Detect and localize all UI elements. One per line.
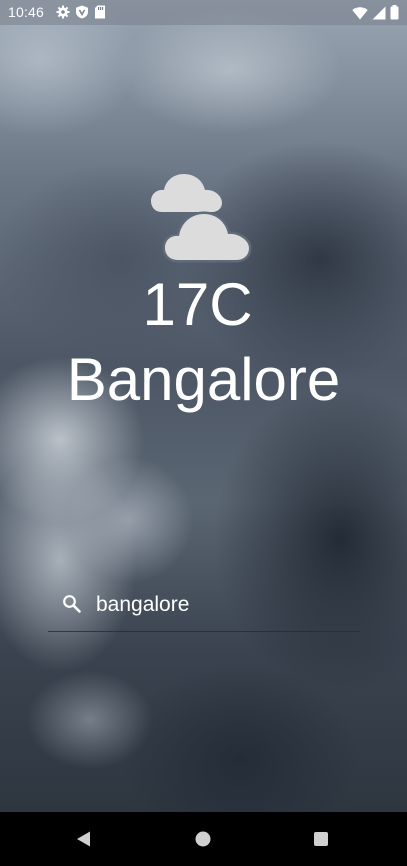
wifi-icon: [352, 6, 368, 23]
back-button[interactable]: [73, 828, 95, 850]
status-time: 10:46: [8, 4, 45, 20]
status-bar: 10:46: [0, 0, 407, 25]
status-icons-left: [56, 5, 106, 22]
weather-screen: 10:46 17C Bangalore bangalore: [0, 0, 407, 866]
back-triangle-icon: [77, 831, 90, 847]
search-field[interactable]: [48, 585, 360, 632]
cloudy-icon: [150, 168, 258, 264]
search-icon: [62, 594, 82, 614]
gear-icon: [56, 5, 70, 22]
city-label: Bangalore: [66, 346, 341, 413]
battery-icon: [390, 5, 399, 23]
shield-icon: [75, 5, 89, 22]
recents-square-icon: [314, 832, 328, 846]
home-circle-icon: [195, 831, 211, 847]
home-button[interactable]: [192, 828, 214, 850]
navigation-bar: [0, 812, 407, 866]
cell-signal-icon: [372, 6, 386, 23]
temperature-label: 17C: [142, 271, 253, 338]
status-icons-right: [352, 5, 399, 23]
search-input[interactable]: [96, 589, 351, 621]
recents-button[interactable]: [310, 828, 332, 850]
sd-card-icon: [94, 5, 106, 22]
